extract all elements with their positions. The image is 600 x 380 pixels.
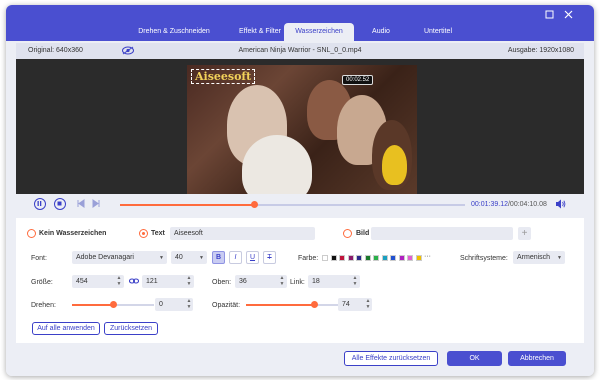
color-swatch[interactable] bbox=[373, 255, 379, 261]
watermark-settings-panel: Kein Wasserzeichen Text Aiseesoft Bild +… bbox=[16, 218, 584, 343]
video-preview: Aiseesoft 00:02.52 bbox=[16, 59, 584, 195]
volume-icon[interactable] bbox=[555, 199, 566, 211]
width-stepper[interactable]: ▲ ▼ bbox=[116, 275, 122, 288]
maximize-icon[interactable] bbox=[545, 10, 554, 21]
chevron-down-icon: ▼ bbox=[557, 255, 562, 261]
color-swatch[interactable] bbox=[364, 255, 371, 261]
no-watermark-radio[interactable] bbox=[27, 229, 36, 238]
tab-watermark[interactable]: Wasserzeichen bbox=[284, 23, 354, 41]
opacity-slider-fill bbox=[246, 304, 315, 306]
color-label: Farbe: bbox=[298, 255, 319, 262]
image-path-input[interactable] bbox=[371, 227, 513, 240]
opacity-stepper[interactable]: ▲ ▼ bbox=[365, 298, 371, 311]
cancel-button[interactable]: Abbrechen bbox=[508, 351, 566, 366]
height-stepper[interactable]: ▲ ▼ bbox=[186, 275, 192, 288]
seek-bar[interactable] bbox=[120, 201, 465, 208]
top-stepper[interactable]: ▲ ▼ bbox=[279, 275, 285, 288]
rotate-label: Drehen: bbox=[31, 302, 56, 309]
left-stepper[interactable]: ▲ ▼ bbox=[352, 275, 358, 288]
left-label: Link: bbox=[290, 279, 305, 286]
chevron-down-icon: ▼ bbox=[199, 255, 204, 261]
close-icon[interactable] bbox=[564, 10, 573, 21]
color-swatch[interactable] bbox=[356, 255, 362, 261]
editor-window: Drehen & Zuschneiden Effekt & Filter Was… bbox=[6, 5, 594, 376]
text-watermark-radio[interactable] bbox=[139, 229, 148, 238]
color-swatch[interactable] bbox=[398, 255, 405, 261]
opacity-slider-handle[interactable] bbox=[310, 301, 318, 308]
rotate-stepper[interactable]: ▲ ▼ bbox=[186, 298, 192, 311]
tab-audio[interactable]: Audio bbox=[358, 23, 404, 41]
dialog-footer: Alle Effekte zurücksetzen OK Abbrechen bbox=[6, 343, 594, 376]
time-display: 00:01:39.12/00:04:10.08 bbox=[471, 201, 547, 208]
top-label: Oben: bbox=[212, 279, 232, 286]
file-name: American Ninja Warrior - SNL_0_0.mp4 bbox=[238, 47, 362, 54]
underline-button[interactable]: U bbox=[246, 251, 259, 264]
color-swatch[interactable] bbox=[330, 255, 337, 261]
output-resolution: Ausgabe: 1920x1080 bbox=[507, 47, 574, 54]
font-family-value: Adobe Devanagari bbox=[76, 254, 134, 261]
color-swatch[interactable] bbox=[381, 255, 388, 261]
next-frame-icon[interactable] bbox=[92, 199, 101, 210]
font-size-value: 40 bbox=[175, 254, 183, 261]
reset-button[interactable]: Zurücksetzen bbox=[104, 322, 158, 335]
stop-button[interactable] bbox=[54, 198, 66, 210]
timestamp-badge: 00:02.52 bbox=[342, 75, 374, 85]
font-label: Font: bbox=[31, 255, 47, 262]
crowd-figure bbox=[242, 135, 312, 195]
color-swatch[interactable] bbox=[415, 255, 422, 261]
watermark-text-overlay[interactable]: Aiseesoft bbox=[191, 69, 256, 84]
seek-handle[interactable] bbox=[251, 201, 259, 208]
rotate-slider-fill bbox=[72, 304, 113, 306]
total-time: /00:04:10.08 bbox=[507, 201, 547, 208]
script-value: Armenisch bbox=[517, 254, 551, 261]
italic-button[interactable]: I bbox=[229, 251, 242, 264]
info-bar: Original: 640x360 American Ninja Warrior… bbox=[16, 43, 584, 59]
color-swatch[interactable] bbox=[347, 255, 354, 261]
opacity-label: Opazität: bbox=[212, 302, 241, 309]
image-watermark-radio[interactable] bbox=[343, 229, 352, 238]
video-frame: Aiseesoft 00:02.52 bbox=[187, 65, 417, 195]
current-time: 00:01:39.12 bbox=[471, 201, 508, 208]
chevron-down-icon: ▼ bbox=[159, 255, 164, 261]
tab-rotate-crop[interactable]: Drehen & Zuschneiden bbox=[124, 23, 224, 41]
ok-button[interactable]: OK bbox=[447, 351, 502, 366]
color-swatch[interactable] bbox=[322, 255, 328, 261]
add-image-button[interactable]: + bbox=[518, 227, 531, 240]
text-watermark-label: Text bbox=[151, 230, 165, 237]
size-label: Größe: bbox=[31, 279, 53, 286]
font-family-select[interactable]: Adobe Devanagari bbox=[72, 251, 167, 264]
link-icon[interactable] bbox=[128, 277, 140, 287]
crowd-figure bbox=[382, 145, 407, 185]
title-bar: Drehen & Zuschneiden Effekt & Filter Was… bbox=[6, 5, 594, 41]
opacity-slider[interactable] bbox=[246, 301, 338, 308]
pause-button[interactable] bbox=[34, 198, 46, 210]
apply-to-all-button[interactable]: Auf alle anwenden bbox=[32, 322, 100, 335]
script-label: Schriftsysteme: bbox=[460, 255, 508, 262]
color-swatch[interactable] bbox=[407, 255, 413, 261]
rotate-slider-handle[interactable] bbox=[109, 301, 117, 308]
strikethrough-button[interactable]: T bbox=[263, 251, 276, 264]
rotate-slider[interactable] bbox=[72, 301, 154, 308]
reset-all-effects-button[interactable]: Alle Effekte zurücksetzen bbox=[344, 351, 438, 366]
bold-button[interactable]: B bbox=[212, 251, 225, 264]
tab-subtitle[interactable]: Untertitel bbox=[410, 23, 466, 41]
playback-controls: 00:01:39.12/00:04:10.08 bbox=[16, 194, 584, 216]
previous-frame-icon[interactable] bbox=[76, 199, 85, 210]
image-watermark-label: Bild bbox=[356, 230, 370, 237]
color-swatch[interactable] bbox=[390, 255, 396, 261]
no-watermark-label: Kein Wasserzeichen bbox=[39, 230, 107, 237]
seek-progress bbox=[120, 204, 255, 206]
watermark-text-input[interactable]: Aiseesoft bbox=[170, 227, 315, 240]
more-colors-button[interactable]: ··· bbox=[424, 253, 431, 260]
color-swatch[interactable] bbox=[339, 255, 345, 261]
